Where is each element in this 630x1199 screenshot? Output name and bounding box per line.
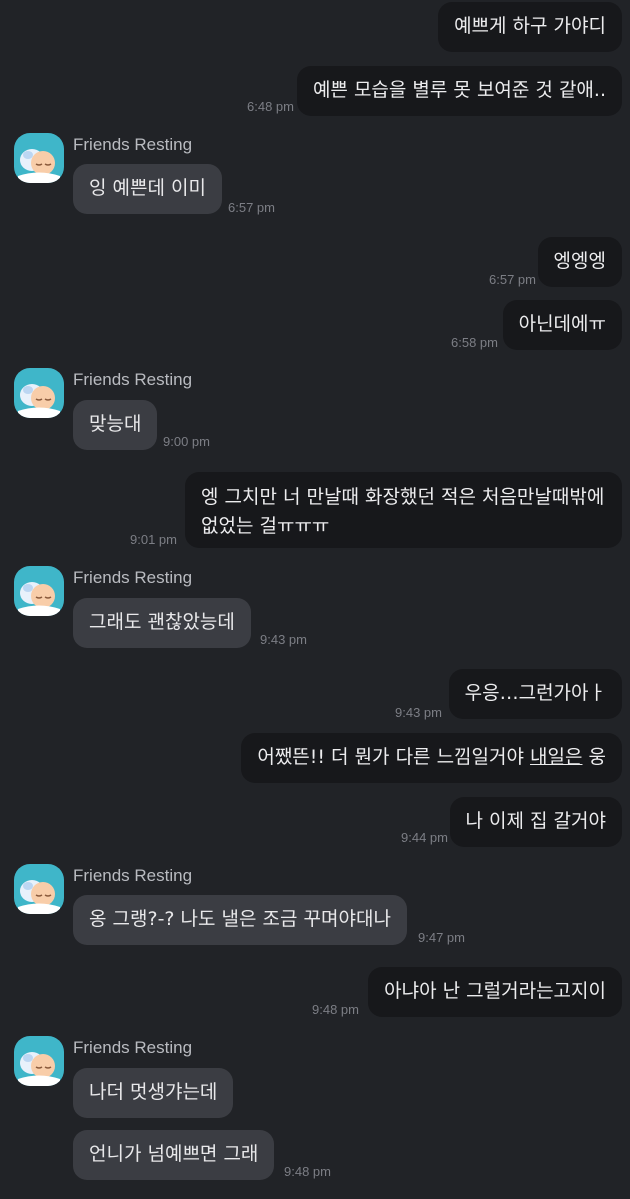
message-text: 나 이제 집 갈거야: [465, 810, 606, 832]
message-bubble-outgoing[interactable]: 예쁘게 하구 가야디: [438, 2, 622, 52]
friends-character-icon: [18, 384, 60, 418]
message-text: 잉 예쁜데 이미: [89, 177, 206, 199]
contact-avatar[interactable]: [14, 864, 64, 914]
message-bubble-incoming[interactable]: 나더 멋생갸는데: [73, 1068, 234, 1118]
message-text-underlined: 내일은: [530, 746, 583, 768]
message-text: 아냐아 난 그럴거라는고지이: [384, 980, 606, 1002]
message-text: 우응…그런가아ㅏ: [464, 682, 606, 704]
sender-name: Friends Resting: [73, 866, 193, 885]
message-timestamp: 9:48 pm: [312, 1002, 359, 1017]
message-text: 나더 멋생갸는데: [89, 1081, 218, 1103]
message-bubble-outgoing[interactable]: 어쨌뜬!! 더 뭔가 다른 느낌일거야 내일은 웅: [241, 733, 622, 783]
contact-avatar[interactable]: [14, 133, 64, 183]
friends-character-icon: [18, 1052, 60, 1086]
message-bubble-outgoing[interactable]: 예쁜 모습을 별루 못 보여준 것 같애..: [296, 66, 622, 116]
message-text: 옹 그랭?-? 나도 낼은 조금 꾸며야대나: [89, 908, 391, 930]
message-timestamp: 6:57 pm: [228, 200, 275, 215]
message-timestamp: 9:47 pm: [418, 930, 465, 945]
message-timestamp: 9:48 pm: [284, 1164, 331, 1179]
message-bubble-incoming[interactable]: 그래도 괜찮았능데: [73, 598, 251, 648]
message-timestamp: 6:57 pm: [489, 272, 536, 287]
message-bubble-outgoing[interactable]: 우응…그런가아ㅏ: [448, 669, 622, 719]
message-bubble-incoming[interactable]: 잉 예쁜데 이미: [73, 164, 222, 214]
message-bubble-outgoing[interactable]: 엥 그치만 너 만날때 화장했던 적은 처음만날때밖에 없었는 걸ㅠㅠㅠ: [185, 472, 622, 548]
contact-avatar[interactable]: [14, 566, 64, 616]
message-timestamp: 9:01 pm: [130, 532, 177, 547]
contact-avatar[interactable]: [14, 1036, 64, 1086]
contact-avatar[interactable]: [14, 368, 64, 418]
message-bubble-outgoing[interactable]: 나 이제 집 갈거야: [449, 797, 622, 847]
message-timestamp: 6:58 pm: [451, 335, 498, 350]
friends-character-icon: [18, 582, 60, 616]
message-text: 예쁜 모습을 별루 못 보여준 것 같애..: [312, 79, 606, 101]
message-text: 맞능대: [89, 413, 142, 435]
message-text: 아닌데에ㅠ: [518, 313, 606, 335]
message-text: 웅: [582, 746, 607, 768]
sender-name: Friends Resting: [73, 135, 193, 154]
message-bubble-incoming[interactable]: 맞능대: [73, 400, 158, 450]
message-bubble-outgoing[interactable]: 아닌데에ㅠ: [502, 300, 622, 350]
sender-name: Friends Resting: [73, 370, 193, 389]
sender-name: Friends Resting: [73, 1038, 193, 1057]
message-text: 예쁘게 하구 가야디: [454, 15, 606, 37]
message-bubble-incoming[interactable]: 옹 그랭?-? 나도 낼은 조금 꾸며야대나: [73, 895, 407, 945]
message-text: 언니가 넘예쁘면 그래: [89, 1143, 259, 1165]
message-timestamp: 9:43 pm: [260, 632, 307, 647]
message-timestamp: 9:44 pm: [401, 830, 448, 845]
message-bubble-outgoing[interactable]: 아냐아 난 그럴거라는고지이: [368, 967, 622, 1017]
message-text: 엥엥엥: [553, 250, 606, 272]
sender-name: Friends Resting: [73, 568, 193, 587]
message-timestamp: 9:00 pm: [163, 434, 210, 449]
message-text-line: 엥 그치만 너 만날때 화장했던 적은 처음만날때밖에: [201, 486, 605, 508]
friends-character-icon: [18, 880, 60, 914]
message-timestamp: 6:48 pm: [247, 99, 294, 114]
message-text-line: 없었는 걸ㅠㅠㅠ: [201, 515, 330, 537]
friends-character-icon: [18, 149, 60, 183]
message-text: 어쨌뜬!! 더 뭔가 다른 느낌일거야: [257, 746, 531, 768]
message-bubble-outgoing[interactable]: 엥엥엥: [537, 237, 622, 287]
message-bubble-incoming[interactable]: 언니가 넘예쁘면 그래: [73, 1130, 275, 1180]
message-timestamp: 9:43 pm: [395, 705, 442, 720]
message-text: 그래도 괜찮았능데: [89, 611, 235, 633]
